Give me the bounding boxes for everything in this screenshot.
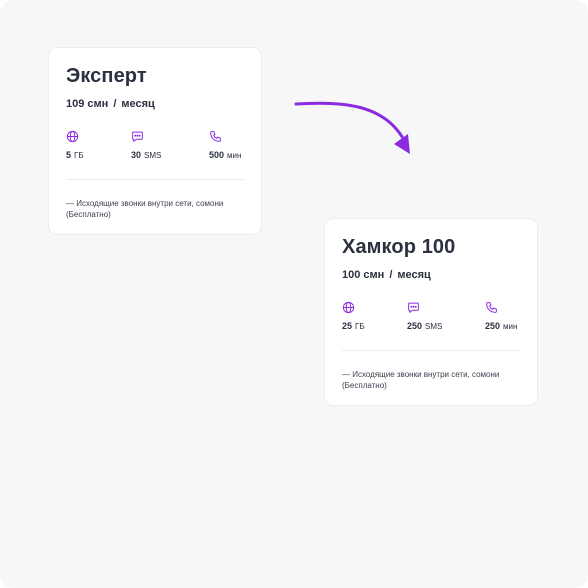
feature-amount: 30 [131, 150, 142, 160]
price-amount: 100 смн [342, 269, 385, 281]
plan-card-hamkor-100[interactable]: Хамкор 100 100 смн / месяц 25 ГБ 250 SMS 250… [324, 218, 538, 406]
plan-price: 109 смн / месяц [66, 98, 155, 110]
price-amount: 109 смн [66, 98, 109, 110]
price-period: месяц [121, 98, 155, 110]
plan-note: — Исходящие звонки внутри сети, сомони (… [342, 370, 500, 390]
feature-sms: 30 SMS [131, 130, 161, 160]
feature-amount: 250 [407, 321, 423, 331]
globe-icon [342, 301, 355, 314]
price-separator: / [389, 269, 393, 281]
plan-price: 100 смн / месяц [342, 269, 431, 281]
canvas: Эксперт 109 смн / месяц 5 ГБ 30 SMS 500 мин —… [0, 0, 588, 588]
feature-amount: 250 [485, 321, 501, 331]
plan-title: Хамкор 100 [342, 236, 456, 258]
feature-internet: 25 ГБ [342, 301, 365, 331]
phone-icon [210, 131, 221, 142]
sms-icon [408, 302, 419, 313]
feature-value: 500 мин [209, 150, 241, 160]
feature-unit: мин [503, 322, 518, 331]
feature-amount: 500 [209, 150, 225, 160]
feature-minutes: 250 мин [485, 301, 517, 331]
feature-amount: 5 [66, 150, 72, 160]
feature-amount: 25 [342, 321, 353, 331]
feature-unit: ГБ [355, 322, 365, 331]
divider [66, 179, 244, 180]
divider [342, 350, 520, 351]
feature-unit: SMS [144, 151, 162, 160]
plan-title: Эксперт [66, 65, 147, 87]
price-separator: / [113, 98, 117, 110]
plan-note: — Исходящие звонки внутри сети, сомони (… [66, 199, 224, 219]
plan-card-expert[interactable]: Эксперт 109 смн / месяц 5 ГБ 30 SMS 500 мин —… [48, 47, 262, 235]
feature-unit: ГБ [74, 151, 84, 160]
feature-value: 5 ГБ [66, 150, 84, 160]
curved-arrow-icon [294, 101, 410, 154]
globe-icon [66, 130, 79, 143]
feature-minutes: 500 мин [209, 130, 241, 160]
feature-value: 30 SMS [131, 150, 161, 160]
phone-icon [486, 302, 497, 313]
feature-value: 25 ГБ [342, 321, 365, 331]
feature-unit: SMS [425, 322, 443, 331]
price-period: месяц [397, 269, 431, 281]
feature-internet: 5 ГБ [66, 130, 84, 160]
feature-value: 250 SMS [407, 321, 442, 331]
feature-sms: 250 SMS [407, 301, 442, 331]
sms-icon [132, 131, 143, 142]
feature-value: 250 мин [485, 321, 517, 331]
feature-unit: мин [227, 151, 242, 160]
